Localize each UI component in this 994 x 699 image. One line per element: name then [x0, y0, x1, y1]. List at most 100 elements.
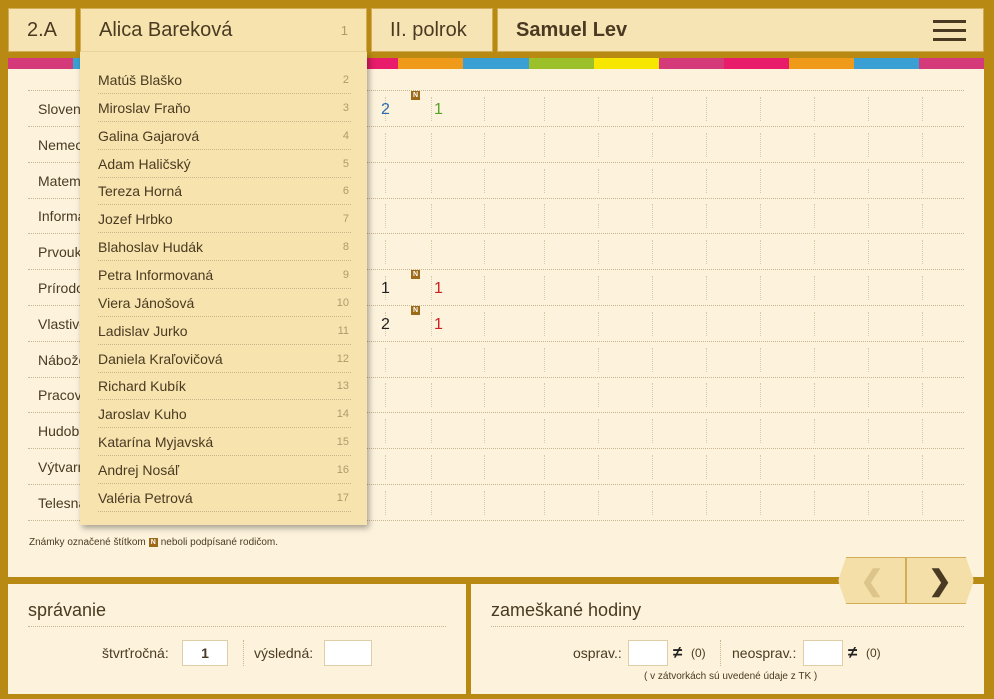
grade-cell-divider	[922, 240, 923, 265]
grade-cell-divider	[652, 276, 653, 300]
student-name: Matúš Blaško	[98, 72, 183, 88]
grade-cell-divider	[922, 311, 923, 336]
grade-cell-divider	[814, 347, 815, 372]
grade-cell-divider	[385, 490, 386, 515]
grade-cell-divider	[868, 490, 869, 515]
student-list-item[interactable]: Ladislav Jurko 11	[98, 317, 351, 345]
student-list-item[interactable]: Viera Jánošová 10	[98, 289, 351, 317]
student-number: 5	[342, 157, 349, 170]
student-selector[interactable]: Alica Bareková 1	[80, 8, 367, 52]
grade-cell-divider	[431, 455, 432, 479]
grade-cell-divider	[544, 383, 545, 408]
grade-cell-divider	[431, 311, 432, 336]
grade-cell-divider	[760, 490, 761, 515]
grade-cell-divider	[598, 383, 599, 408]
prev-student-button[interactable]: ❮	[838, 557, 906, 604]
grade-cell-divider	[484, 383, 485, 408]
stripe-segment	[658, 58, 724, 69]
grade-cell-divider	[868, 132, 869, 157]
class-selector[interactable]: 2.A	[8, 8, 76, 52]
student-list-item[interactable]: Daniela Kraľovičová 12	[98, 345, 351, 373]
grade-cell-divider	[868, 276, 869, 300]
grade-cell-divider	[385, 132, 386, 157]
unexcused-label: neosprav.:	[732, 645, 797, 661]
grade-cell-divider	[652, 132, 653, 157]
student-list-item[interactable]: Tereza Horná 6	[98, 177, 351, 206]
excused-hours-field[interactable]	[628, 640, 668, 666]
grade-cell-divider	[544, 204, 545, 229]
student-list-item[interactable]: Andrej Nosáľ 16	[98, 456, 351, 484]
quarter-grade-field[interactable]: 1	[182, 640, 228, 666]
grade-mark[interactable]: 2	[381, 101, 390, 119]
grade-cell-divider	[484, 168, 485, 193]
grade-cell-divider	[385, 419, 386, 444]
grade-cell-divider	[544, 97, 545, 121]
unexcused-hours-field[interactable]	[803, 640, 843, 666]
grade-cell-divider	[706, 97, 707, 121]
grade-cell-divider	[868, 97, 869, 121]
student-number: 10	[336, 296, 349, 309]
student-name: Petra Informovaná	[98, 266, 214, 283]
stripe-segment	[8, 58, 74, 69]
selected-student-number: 1	[340, 23, 348, 38]
student-list-item[interactable]: Galina Gajarová 4	[98, 122, 351, 150]
student-list-item[interactable]: Blahoslav Hudák 8	[98, 233, 351, 262]
hamburger-menu-icon[interactable]	[933, 20, 966, 41]
unsigned-badge-icon: N	[411, 270, 420, 279]
stripe-segment	[918, 58, 984, 69]
student-list-item[interactable]: Katarína Myjavská 15	[98, 428, 351, 457]
grade-cell-divider	[385, 168, 386, 193]
grade-mark[interactable]: 2	[381, 316, 390, 334]
student-list-item[interactable]: Matúš Blaško 2	[98, 66, 351, 94]
grade-mark[interactable]: 1	[381, 280, 390, 298]
grade-cell-divider	[868, 347, 869, 372]
teacher-name-box: Samuel Lev	[497, 8, 984, 52]
student-name: Blahoslav Hudák	[98, 239, 204, 256]
grade-cell-divider	[385, 383, 386, 408]
grade-cell-divider	[922, 419, 923, 444]
grade-cell-divider	[544, 311, 545, 336]
grade-cell-divider	[652, 490, 653, 515]
student-name: Jaroslav Kuho	[98, 406, 187, 423]
subject-name: Telesná výchova	[38, 494, 80, 511]
student-list-item[interactable]: Jaroslav Kuho 14	[98, 400, 351, 429]
grade-cell-divider	[431, 383, 432, 408]
grade-cell-divider	[868, 455, 869, 479]
semester-label: II. polrok	[390, 18, 467, 41]
grade-cell-divider	[922, 168, 923, 193]
stripe-segment	[463, 58, 529, 69]
grade-cell-divider	[868, 168, 869, 193]
grade-cell-divider	[922, 204, 923, 229]
grade-cell-divider	[598, 276, 599, 300]
grade-cell-divider	[431, 97, 432, 121]
class-label: 2.A	[27, 18, 58, 41]
grade-mark[interactable]: 1	[434, 101, 443, 119]
student-name: Viera Jánošová	[98, 294, 195, 311]
grade-cell-divider	[814, 132, 815, 157]
semester-selector[interactable]: II. polrok	[371, 8, 493, 52]
student-list-item[interactable]: Petra Informovaná 9	[98, 261, 351, 289]
student-dropdown: Matúš Blaško 2 Miroslav Fraňo 3 Galina Gajar…	[80, 52, 367, 525]
next-student-button[interactable]: ❯	[906, 557, 974, 604]
grade-cell-divider	[868, 383, 869, 408]
student-list-item[interactable]: Jozef Hrbko 7	[98, 205, 351, 234]
grade-cell-divider	[760, 204, 761, 229]
grade-cell-divider	[484, 204, 485, 229]
grade-cell-divider	[814, 490, 815, 515]
grade-cell-divider	[598, 204, 599, 229]
final-grade-field[interactable]	[324, 640, 372, 666]
student-list-item[interactable]: Adam Haličský 5	[98, 150, 351, 178]
grade-cell-divider	[598, 490, 599, 515]
student-list-item[interactable]: Miroslav Fraňo 3	[98, 94, 351, 122]
grade-mark[interactable]: 1	[434, 316, 443, 334]
grade-mark[interactable]: 1	[434, 280, 443, 298]
grade-cell-divider	[760, 168, 761, 193]
grade-cell-divider	[652, 240, 653, 265]
stripe-segment	[398, 58, 464, 69]
grade-cell-divider	[544, 276, 545, 300]
subject-name: Pracovné vyučovanie	[38, 387, 80, 404]
grade-cell-divider	[484, 132, 485, 157]
student-list-item[interactable]: Valéria Petrová 17	[98, 484, 351, 512]
grade-cell-divider	[814, 383, 815, 408]
student-list-item[interactable]: Richard Kubík 13	[98, 372, 351, 401]
